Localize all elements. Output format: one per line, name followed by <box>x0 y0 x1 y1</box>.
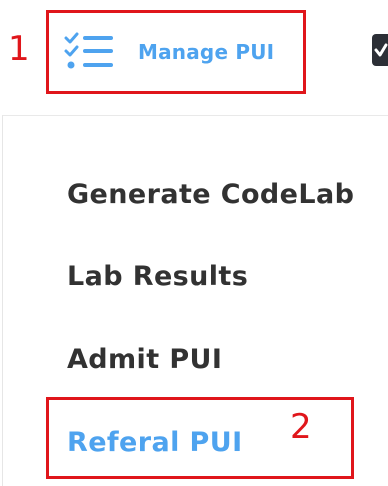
menu-item-generate-codelab[interactable]: Generate CodeLab <box>67 179 354 210</box>
menu-item-lab-results[interactable]: Lab Results <box>67 261 248 292</box>
annotation-number-1: 1 <box>8 29 30 69</box>
annotation-box-1 <box>46 10 306 94</box>
clipboard-icon[interactable] <box>370 30 388 68</box>
page: Manage PUI 1 Generate CodeLab Lab Result… <box>0 0 388 486</box>
annotation-number-2: 2 <box>290 407 312 447</box>
menu-item-admit-pui[interactable]: Admit PUI <box>67 344 222 375</box>
